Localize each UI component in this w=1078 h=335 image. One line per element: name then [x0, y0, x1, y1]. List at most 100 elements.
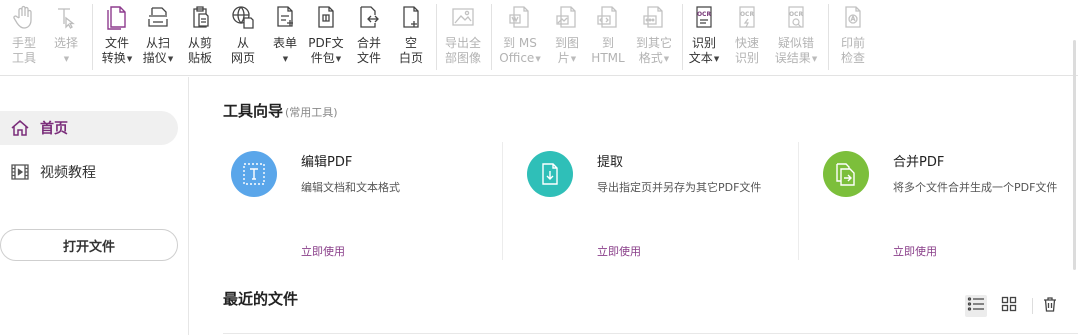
svg-text:OCR: OCR: [697, 11, 712, 18]
chevron-down-icon: ▼: [570, 55, 577, 63]
to-other-formats-button[interactable]: 到其它 格式▼: [632, 0, 676, 74]
pdf-package-label-2: 件包: [310, 51, 335, 65]
suspect-ocr-label-1: 疑似错: [777, 36, 814, 50]
hand-label-2: 工具: [11, 51, 36, 65]
hand-icon: [9, 2, 39, 32]
sidebar-item-label: 首页: [40, 121, 68, 137]
to-ms-office-button[interactable]: 到 MS Office▼: [497, 0, 543, 74]
svg-text:OCR: OCR: [740, 11, 755, 18]
merge-label-1: 合并: [356, 36, 381, 50]
select-label: 选择: [53, 36, 78, 50]
sidebar-item-video-tutorials[interactable]: 视频教程: [0, 155, 178, 189]
export-images-button[interactable]: 导出全 部图像: [442, 0, 484, 74]
select-text-icon: [51, 2, 81, 32]
pdf-package-button[interactable]: PDF文 件包▼: [306, 0, 346, 74]
office-export-icon: [505, 2, 535, 32]
quick-ocr-button[interactable]: OCR 快速 识别: [729, 0, 765, 74]
to-image-label-1: 到图: [554, 36, 579, 50]
web-label-1: 从: [236, 36, 249, 50]
from-scanner-button[interactable]: 从扫 描仪▼: [140, 0, 176, 74]
preflight-button[interactable]: 印前 检查: [835, 0, 871, 74]
use-now-link[interactable]: 立即使用: [301, 243, 345, 259]
left-sidebar: 首页 视频教程 打开文件: [0, 77, 189, 335]
chevron-down-icon: ▼: [282, 55, 289, 63]
main-content: 工具向导 (常用工具) 编辑PDF 编辑文档和文本格式 立即使用 提取 导出指定页…: [190, 77, 1078, 335]
merge-label-2: 文件: [356, 51, 381, 65]
list-view-icon: [967, 296, 985, 316]
vertical-scrollbar[interactable]: [1073, 40, 1076, 270]
tool-card-extract[interactable]: 提取 导出指定页并另存为其它PDF文件 立即使用: [527, 141, 777, 261]
select-tool-button[interactable]: 选择 ▼: [50, 0, 82, 74]
web-label-2: 网页: [230, 51, 255, 65]
delete-button[interactable]: [1039, 295, 1061, 317]
card-description: 编辑文档和文本格式: [301, 181, 400, 194]
ribbon-divider: [436, 4, 437, 70]
to-office-label-2: Office: [499, 51, 535, 65]
sidebar-item-home[interactable]: 首页: [0, 111, 178, 145]
chevron-down-icon: ▼: [811, 55, 818, 63]
ocr-text-label-1: 识别: [691, 36, 716, 50]
to-image-button[interactable]: 到图 片▼: [550, 0, 584, 74]
recent-files-heading: 最近的文件: [223, 290, 299, 308]
preflight-label-1: 印前: [840, 36, 865, 50]
scanner-icon: [143, 2, 173, 32]
file-convert-icon: [102, 2, 132, 32]
use-now-link[interactable]: 立即使用: [893, 243, 937, 259]
hand-tool-button[interactable]: 手型 工具: [6, 0, 42, 74]
form-button[interactable]: 表单 ▼: [268, 0, 302, 74]
scanner-label-2: 描仪: [142, 51, 167, 65]
image-export-icon: [448, 2, 478, 32]
card-divider: [502, 142, 503, 260]
from-web-button[interactable]: 从网页: [226, 0, 260, 74]
to-other-label-2: 格式: [638, 51, 663, 65]
other-formats-icon: [639, 2, 669, 32]
merge-files-button[interactable]: 合并 文件: [352, 0, 386, 74]
clipboard-icon: [185, 2, 215, 32]
quick-ocr-icon: OCR: [732, 2, 762, 32]
to-office-label-1: 到 MS: [503, 36, 537, 50]
clipboard-label-1: 从剪: [187, 36, 212, 50]
chevron-down-icon: ▼: [167, 55, 174, 63]
form-icon: [270, 2, 300, 32]
file-convert-label-2: 转换: [101, 51, 126, 65]
to-image-label-2: 片: [557, 51, 570, 65]
chevron-down-icon: ▼: [713, 55, 720, 63]
grid-view-button[interactable]: [998, 295, 1020, 317]
card-title: 合并PDF: [893, 155, 945, 170]
file-convert-button[interactable]: 文件 转换▼: [99, 0, 135, 74]
tool-guide-title: 工具向导: [223, 102, 284, 120]
list-view-button[interactable]: [965, 295, 987, 317]
merge-icon: [354, 2, 384, 32]
tool-card-edit-pdf[interactable]: 编辑PDF 编辑文档和文本格式 立即使用: [231, 141, 481, 261]
toolbar-ribbon: 手型 工具 选择 ▼ 文件 转换▼ 从扫 描仪▼ 从剪 贴板 从 网页 表单 ▼…: [0, 0, 1078, 76]
blank-page-button[interactable]: 空白页: [394, 0, 428, 74]
suspect-ocr-results-button[interactable]: OCR 疑似错 误结果▼: [771, 0, 821, 74]
card-description: 将多个文件合并生成一个PDF文件: [893, 181, 1058, 194]
tool-card-merge-pdf[interactable]: 合并PDF 将多个文件合并生成一个PDF文件 立即使用: [823, 141, 1073, 261]
card-title: 提取: [597, 155, 624, 170]
trash-icon: [1042, 296, 1058, 316]
from-clipboard-button[interactable]: 从剪 贴板: [182, 0, 218, 74]
merge-pdf-icon: [823, 151, 869, 197]
html-export-icon: [593, 2, 623, 32]
to-other-label-1: 到其它: [635, 36, 672, 50]
open-file-button[interactable]: 打开文件: [0, 229, 178, 261]
tool-guide-heading: 工具向导 (常用工具): [223, 100, 338, 121]
ocr-icon: OCR: [689, 2, 719, 32]
toolbar-divider: [1032, 298, 1033, 314]
form-label: 表单: [272, 36, 297, 50]
card-description: 导出指定页并另存为其它PDF文件: [597, 181, 762, 194]
ocr-text-button[interactable]: OCR 识别 文本▼: [686, 0, 722, 74]
use-now-link[interactable]: 立即使用: [597, 243, 641, 259]
ribbon-divider: [682, 4, 683, 70]
file-convert-label-1: 文件: [104, 36, 129, 50]
blank-page-icon: [396, 2, 426, 32]
svg-text:OCR: OCR: [789, 11, 804, 18]
scanner-label-1: 从扫: [145, 36, 170, 50]
chevron-down-icon: ▼: [535, 55, 541, 63]
card-title: 编辑PDF: [301, 155, 353, 170]
ribbon-divider: [828, 4, 829, 70]
quick-ocr-label-2: 识别: [734, 51, 759, 65]
home-icon: [10, 118, 30, 138]
to-html-button[interactable]: 到 HTML: [590, 0, 626, 74]
